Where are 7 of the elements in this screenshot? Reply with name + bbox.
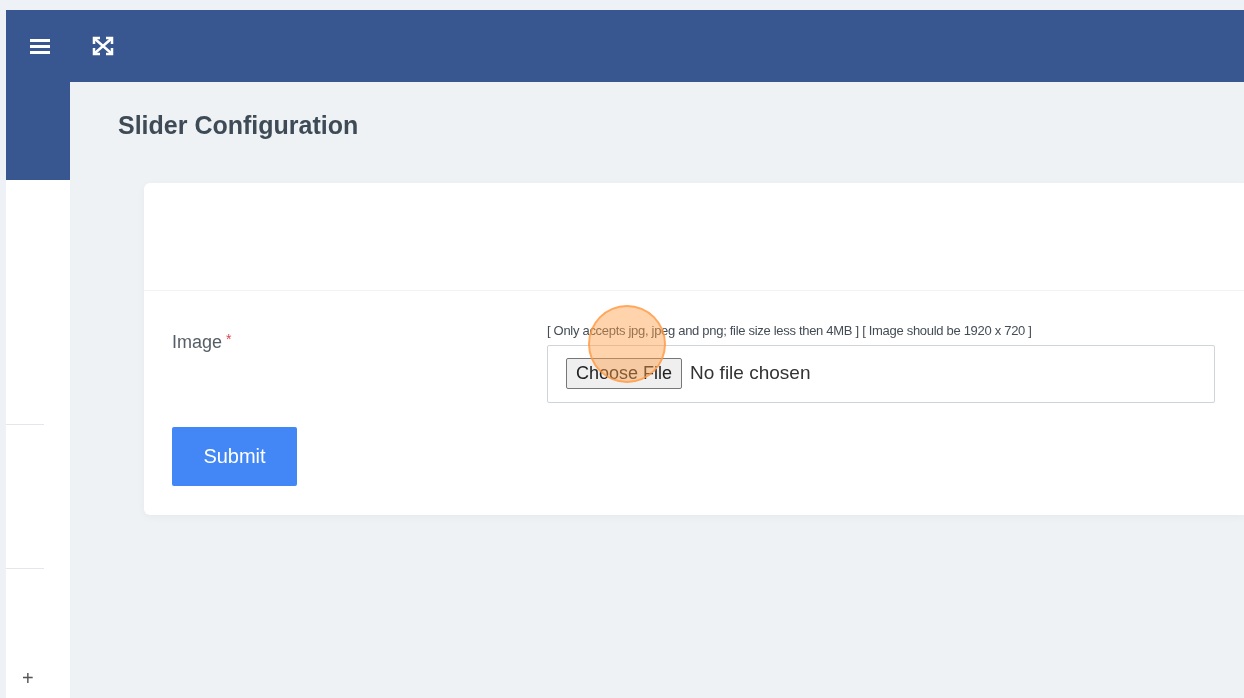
plus-icon[interactable]: +: [6, 668, 70, 688]
file-status-text: No file chosen: [690, 361, 811, 386]
menu-icon[interactable]: [30, 38, 50, 54]
hint-text: [ Only accepts jpg, jpeg and png; file size less then 4MB ] [ Image should be 1920 x 720 ]: [547, 322, 1033, 340]
page-title: Slider Configuration: [118, 110, 360, 141]
field-label: Image *: [172, 330, 233, 354]
expand-arrows-icon[interactable]: [92, 36, 114, 56]
